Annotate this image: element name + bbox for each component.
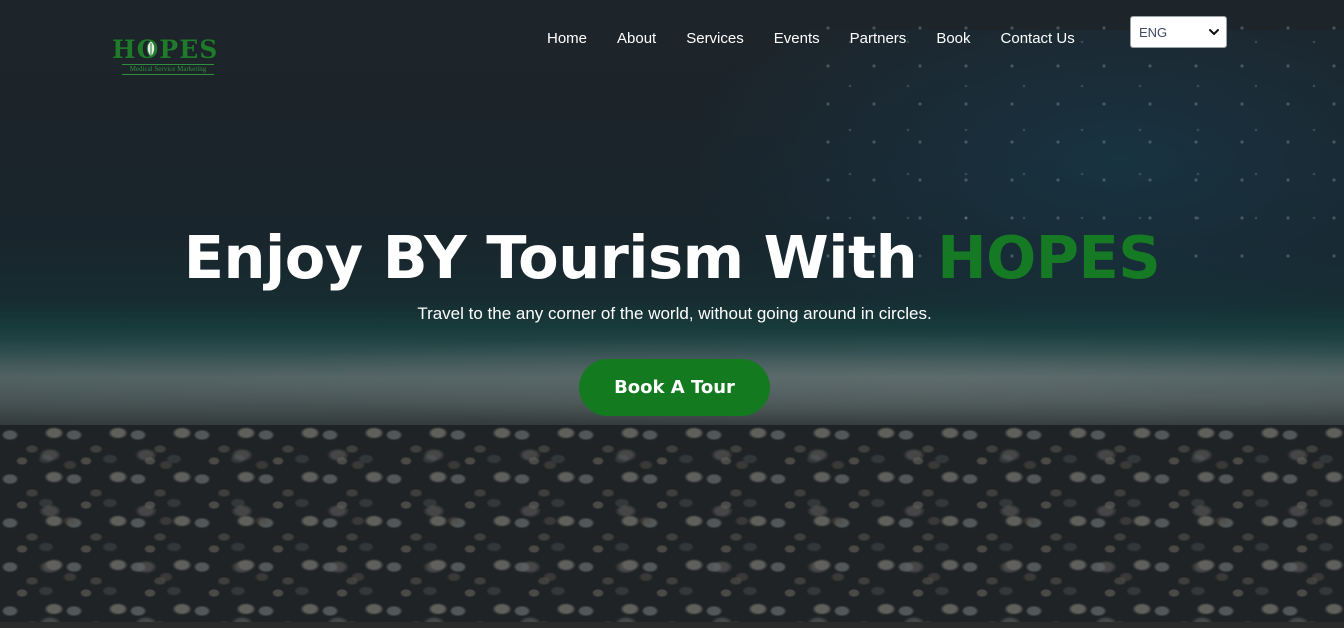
- nav-services[interactable]: Services: [671, 28, 759, 50]
- hero-headline-prefix: Enjoy BY Tourism With: [183, 223, 938, 292]
- nav-partners[interactable]: Partners: [835, 28, 922, 50]
- chevron-down-icon: [1209, 29, 1219, 35]
- language-select[interactable]: ENG: [1130, 16, 1227, 48]
- bottom-strip: [0, 622, 1344, 628]
- hero-headline-brand: HOPES: [937, 223, 1161, 292]
- hopes-logo[interactable]: HOPES Medical Service Marketing: [112, 36, 218, 78]
- nav-book[interactable]: Book: [921, 28, 985, 50]
- nav-contact-us[interactable]: Contact Us: [986, 28, 1090, 50]
- language-select-value: ENG: [1139, 24, 1168, 40]
- hero-subheadline: Travel to the any corner of the world, w…: [417, 304, 932, 323]
- book-a-tour-button[interactable]: Book A Tour: [579, 359, 770, 416]
- main-nav: Home About Services Events Partners Book…: [532, 28, 1090, 50]
- hero-headline: Enjoy BY Tourism With HOPES: [0, 222, 1344, 294]
- leaf-icon: [146, 40, 156, 58]
- nav-events[interactable]: Events: [759, 28, 835, 50]
- logo-wordmark: HOPES: [112, 35, 219, 64]
- nav-about[interactable]: About: [602, 28, 671, 50]
- nav-home[interactable]: Home: [532, 28, 602, 50]
- logo-tagline: Medical Service Marketing: [122, 64, 214, 75]
